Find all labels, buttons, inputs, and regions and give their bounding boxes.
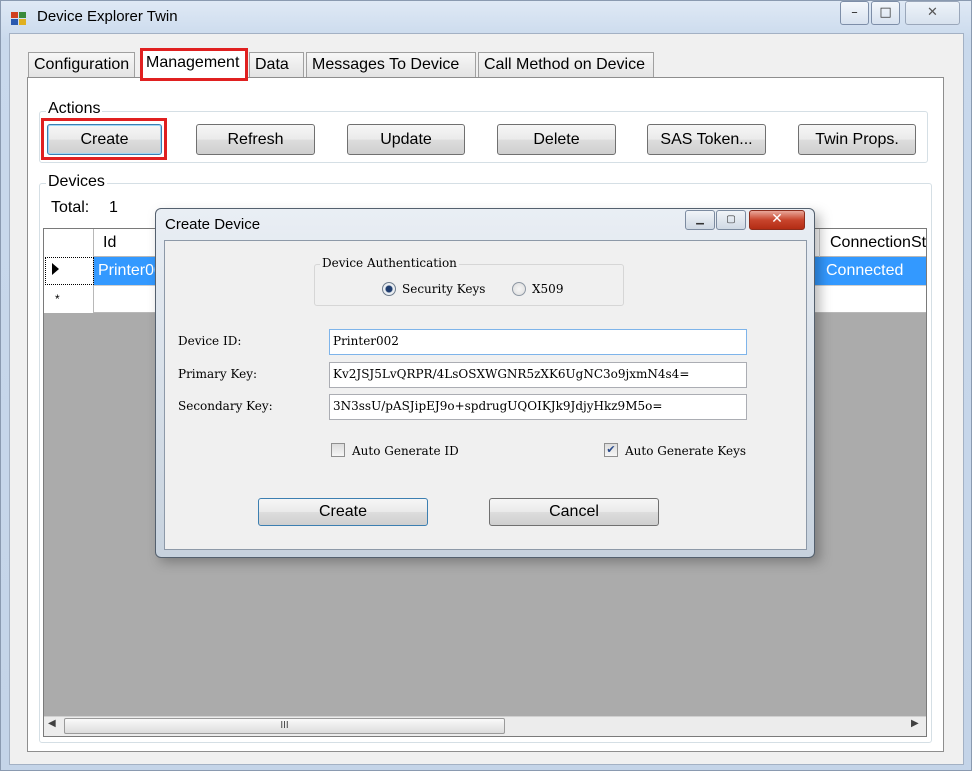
refresh-button[interactable]: Refresh <box>196 124 315 155</box>
scrollbar-thumb[interactable]: III <box>64 718 505 734</box>
window-title: Device Explorer Twin <box>37 8 178 25</box>
tab-call-method-on-device[interactable]: Call Method on Device <box>478 52 654 77</box>
cell-connection-state[interactable]: Connected <box>826 262 903 280</box>
device-id-label: Device ID: <box>178 334 242 348</box>
maximize-icon: ▢ <box>726 214 736 225</box>
delete-button[interactable]: Delete <box>497 124 616 155</box>
dialog-close-button[interactable]: ✕ <box>749 210 805 230</box>
maximize-button[interactable]: □ <box>871 1 900 25</box>
minimize-button[interactable]: – <box>840 1 869 25</box>
dialog-minimize-button[interactable]: ▁ <box>685 210 715 230</box>
tab-management[interactable]: Management <box>140 49 247 79</box>
column-header-id[interactable]: Id <box>103 234 116 252</box>
app-icon <box>11 12 26 25</box>
twin-props-button[interactable]: Twin Props. <box>798 124 916 155</box>
dialog-title: Create Device <box>165 216 261 233</box>
tab-messages-to-device[interactable]: Messages To Device <box>306 52 476 77</box>
primary-key-label: Primary Key: <box>178 367 258 381</box>
auto-generate-keys-checkbox[interactable]: ✔ <box>604 443 618 457</box>
tab-data[interactable]: Data <box>249 52 304 77</box>
secondary-key-field[interactable]: 3N3ssU/pASJipEJ9o+spdrugUQOIKJk9JdjyHkz9… <box>329 394 747 420</box>
x509-radio[interactable] <box>512 282 526 296</box>
total-label: Total: <box>51 199 90 216</box>
sas-token-button[interactable]: SAS Token... <box>647 124 766 155</box>
tab-configuration[interactable]: Configuration <box>28 52 135 77</box>
close-button[interactable]: ✕ <box>905 1 960 25</box>
actions-group-label: Actions <box>46 100 103 118</box>
column-header-connection-state[interactable]: ConnectionSt <box>830 234 926 252</box>
auto-generate-keys-label[interactable]: Auto Generate Keys <box>625 444 746 458</box>
auto-generate-id-checkbox[interactable] <box>331 443 345 457</box>
dialog-create-button[interactable]: Create <box>258 498 428 526</box>
security-keys-radio[interactable] <box>382 282 396 296</box>
current-row-arrow-icon <box>52 263 59 275</box>
device-authentication-label: Device Authentication <box>320 256 459 270</box>
minimize-icon: ▁ <box>696 214 704 225</box>
create-button[interactable]: Create <box>47 124 162 155</box>
cell-device-id[interactable]: Printer00 <box>98 262 163 280</box>
scroll-right-arrow-icon[interactable]: ▶ <box>911 718 919 729</box>
scroll-left-arrow-icon[interactable]: ◀ <box>48 718 56 729</box>
device-id-field[interactable]: Printer002 <box>329 329 747 355</box>
update-button[interactable]: Update <box>347 124 465 155</box>
secondary-key-label: Secondary Key: <box>178 399 273 413</box>
x509-label[interactable]: X509 <box>532 282 563 296</box>
new-row-marker: * <box>55 292 60 306</box>
dialog-cancel-button[interactable]: Cancel <box>489 498 659 526</box>
security-keys-label[interactable]: Security Keys <box>402 282 485 296</box>
total-value: 1 <box>109 199 118 216</box>
actions-group <box>39 111 928 163</box>
auto-generate-id-label[interactable]: Auto Generate ID <box>352 444 459 458</box>
dialog-maximize-button[interactable]: ▢ <box>716 210 746 230</box>
devices-group-label: Devices <box>46 173 107 191</box>
primary-key-field[interactable]: Kv2JSJ5LvQRPR/4LsOSXWGNR5zXK6UgNC3o9jxmN… <box>329 362 747 388</box>
